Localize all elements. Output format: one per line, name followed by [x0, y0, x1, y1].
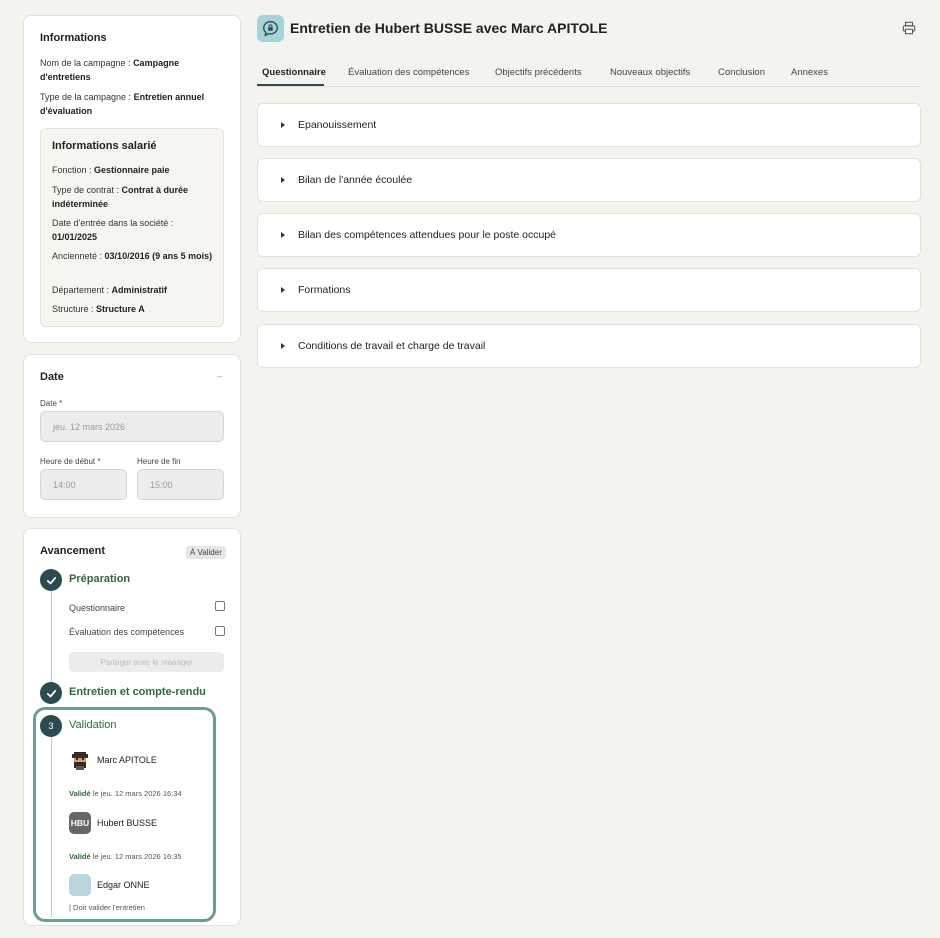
end-time-label: Heure de fin: [137, 457, 181, 466]
caret-right-icon: [281, 177, 285, 183]
employee-info-title: Informations salarié: [52, 140, 157, 152]
validator-name: Edgar ONNE: [97, 880, 150, 890]
status-badge: À Valider: [186, 546, 226, 559]
employee-entry-date: Date d'entrée dans la société : 01/01/20…: [52, 218, 174, 242]
tab-bar: Questionnaire Évaluation des compétences…: [257, 63, 920, 87]
tab-nouveaux-objectifs[interactable]: Nouveaux objectifs: [610, 67, 690, 78]
active-tab-indicator: [257, 84, 324, 86]
chat-lock-icon: [263, 21, 278, 37]
collapse-button[interactable]: –: [217, 371, 222, 381]
tab-questionnaire[interactable]: Questionnaire: [262, 67, 326, 78]
step-validation-number: 3: [40, 715, 62, 737]
validator-name: Hubert BUSSE: [97, 818, 158, 828]
section-label: Bilan des compétences attendues pour le …: [298, 229, 557, 241]
date-card-title: Date: [40, 371, 64, 383]
print-icon[interactable]: [902, 21, 916, 35]
section-bilan-annee[interactable]: Bilan de l'année écoulée: [257, 158, 921, 202]
tab-annexes[interactable]: Annexes: [791, 67, 828, 78]
questionnaire-sub-label: Questionnaire: [69, 603, 126, 613]
validator-status: Validé le jeu. 12 mars 2026 16:34: [69, 789, 182, 798]
employee-contract: Type de contrat : Contrat à durée indéte…: [52, 185, 189, 209]
competences-sub-label: Évaluation des compétences: [69, 627, 185, 637]
step-connector: [51, 737, 52, 917]
section-conditions-travail[interactable]: Conditions de travail et charge de trava…: [257, 324, 921, 368]
step-connector: [51, 591, 52, 683]
competences-checkbox[interactable]: [215, 626, 225, 636]
employee-function: Fonction : Gestionnaire paie: [52, 165, 170, 175]
informations-card: Informations Nom de la campagne : Campag…: [23, 15, 241, 343]
pixel-avatar-icon: [72, 752, 88, 770]
tab-evaluation-competences[interactable]: Évaluation des compétences: [348, 67, 469, 78]
step-preparation-check: [40, 569, 62, 591]
step-interview-title: Entretien et compte-rendu: [69, 686, 206, 698]
employee-structure: Structure : Structure A: [52, 304, 145, 314]
step-preparation-title: Préparation: [69, 573, 131, 585]
tab-objectifs-precedents[interactable]: Objectifs précédents: [495, 67, 582, 78]
caret-right-icon: [281, 343, 285, 349]
employee-seniority: Ancienneté : 03/10/2016 (9 ans 5 mois): [52, 251, 213, 261]
page-title: Entretien de Hubert BUSSE avec Marc APIT…: [290, 20, 608, 36]
section-label: Bilan de l'année écoulée: [298, 174, 413, 186]
employee-department: Département : Administratif: [52, 285, 168, 295]
interview-icon: [257, 15, 284, 42]
start-time-input[interactable]: 14:00: [40, 469, 127, 500]
section-epanouissement[interactable]: Epanouissement: [257, 103, 921, 147]
informations-title: Informations: [40, 32, 107, 44]
start-time-label: Heure de début *: [40, 457, 101, 466]
avatar: HBU: [69, 812, 91, 834]
validator-status: Validé le jeu. 12 mars 2026 16:35: [69, 852, 182, 861]
section-formations[interactable]: Formations: [257, 268, 921, 312]
questionnaire-checkbox[interactable]: [215, 601, 225, 611]
section-label: Conditions de travail et charge de trava…: [298, 340, 486, 352]
check-icon: [46, 689, 56, 697]
section-label: Epanouissement: [298, 119, 377, 131]
validator-pending: | Doit valider l'entretien: [69, 903, 145, 912]
validator-name: Marc APITOLE: [97, 755, 157, 765]
tab-conclusion[interactable]: Conclusion: [718, 67, 765, 78]
avatar: [69, 874, 91, 896]
date-label: Date *: [40, 399, 63, 408]
caret-right-icon: [281, 122, 285, 128]
employee-info-card: Informations salarié Fonction : Gestionn…: [40, 128, 224, 327]
check-icon: [46, 576, 56, 584]
section-bilan-competences[interactable]: Bilan des compétences attendues pour le …: [257, 213, 921, 257]
campaign-name: Nom de la campagne : Campagne d'entretie…: [40, 58, 180, 82]
step-validation-title: Validation: [69, 719, 117, 731]
share-with-manager-button[interactable]: Partager avec le manager: [69, 652, 224, 672]
end-time-input[interactable]: 15:00: [137, 469, 224, 500]
date-input[interactable]: jeu. 12 mars 2026: [40, 411, 224, 442]
campaign-type: Type de la campagne : Entretien annuel d…: [40, 92, 205, 116]
date-card: Date – Date * jeu. 12 mars 2026 Heure de…: [23, 354, 241, 518]
avatar: [69, 749, 91, 771]
section-label: Formations: [298, 284, 351, 296]
caret-right-icon: [281, 287, 285, 293]
caret-right-icon: [281, 232, 285, 238]
progress-title: Avancement: [40, 545, 106, 557]
progress-card: Avancement À Valider Préparation Questio…: [23, 528, 241, 926]
step-interview-check: [40, 682, 62, 704]
